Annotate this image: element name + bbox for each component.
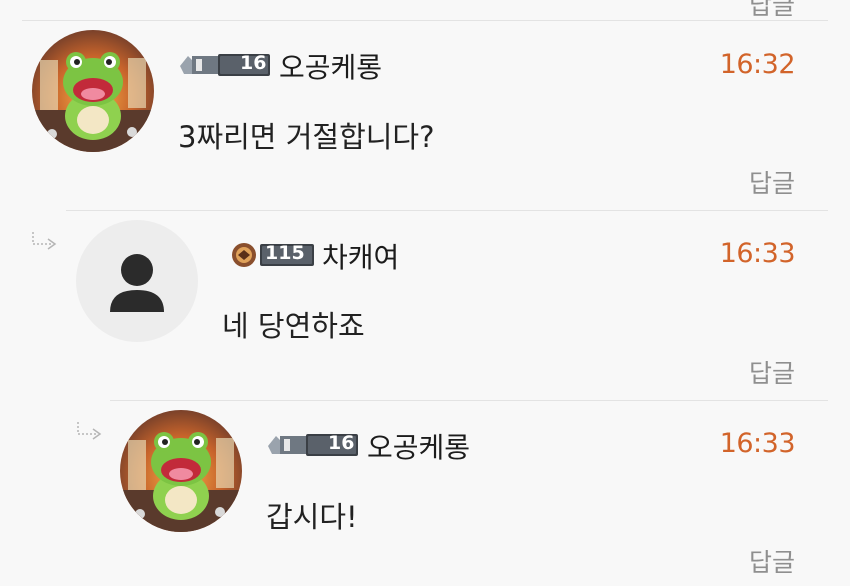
frog-avatar-image [120,432,242,532]
level-number: 16 [328,432,355,454]
timestamp: 16:32 [719,49,796,80]
comment-thread: 답글 16 오공케롱 16:32 3짜리면 거절합니다? 답글 115 차캐여 … [0,0,850,586]
reply-button[interactable]: 답글 [749,0,795,22]
reply-button[interactable]: 답글 [749,354,795,390]
timestamp: 16:33 [719,238,796,269]
reply-button[interactable]: 답글 [749,543,795,579]
divider [66,210,828,211]
reply-arrow-icon [77,422,102,440]
comment-text: 네 당연하죠 [222,309,365,343]
nickname[interactable]: 오공케롱 [367,426,470,466]
frog-avatar-image [32,52,154,152]
level-number: 16 [240,52,267,74]
reply-arrow-icon [32,232,57,250]
avatar[interactable] [76,220,198,342]
level-number: 115 [265,242,305,264]
comment-text: 갑시다! [266,500,358,534]
nickname[interactable]: 오공케롱 [279,46,382,86]
timestamp: 16:33 [719,428,796,459]
divider [110,400,828,401]
user-silhouette-icon [110,254,164,312]
reply-button[interactable]: 답글 [749,164,795,200]
avatar[interactable] [32,30,154,152]
avatar[interactable] [120,410,242,532]
nickname[interactable]: 차캐여 [322,236,399,276]
comment-text: 3짜리면 거절합니다? [178,120,435,154]
divider [22,20,828,21]
